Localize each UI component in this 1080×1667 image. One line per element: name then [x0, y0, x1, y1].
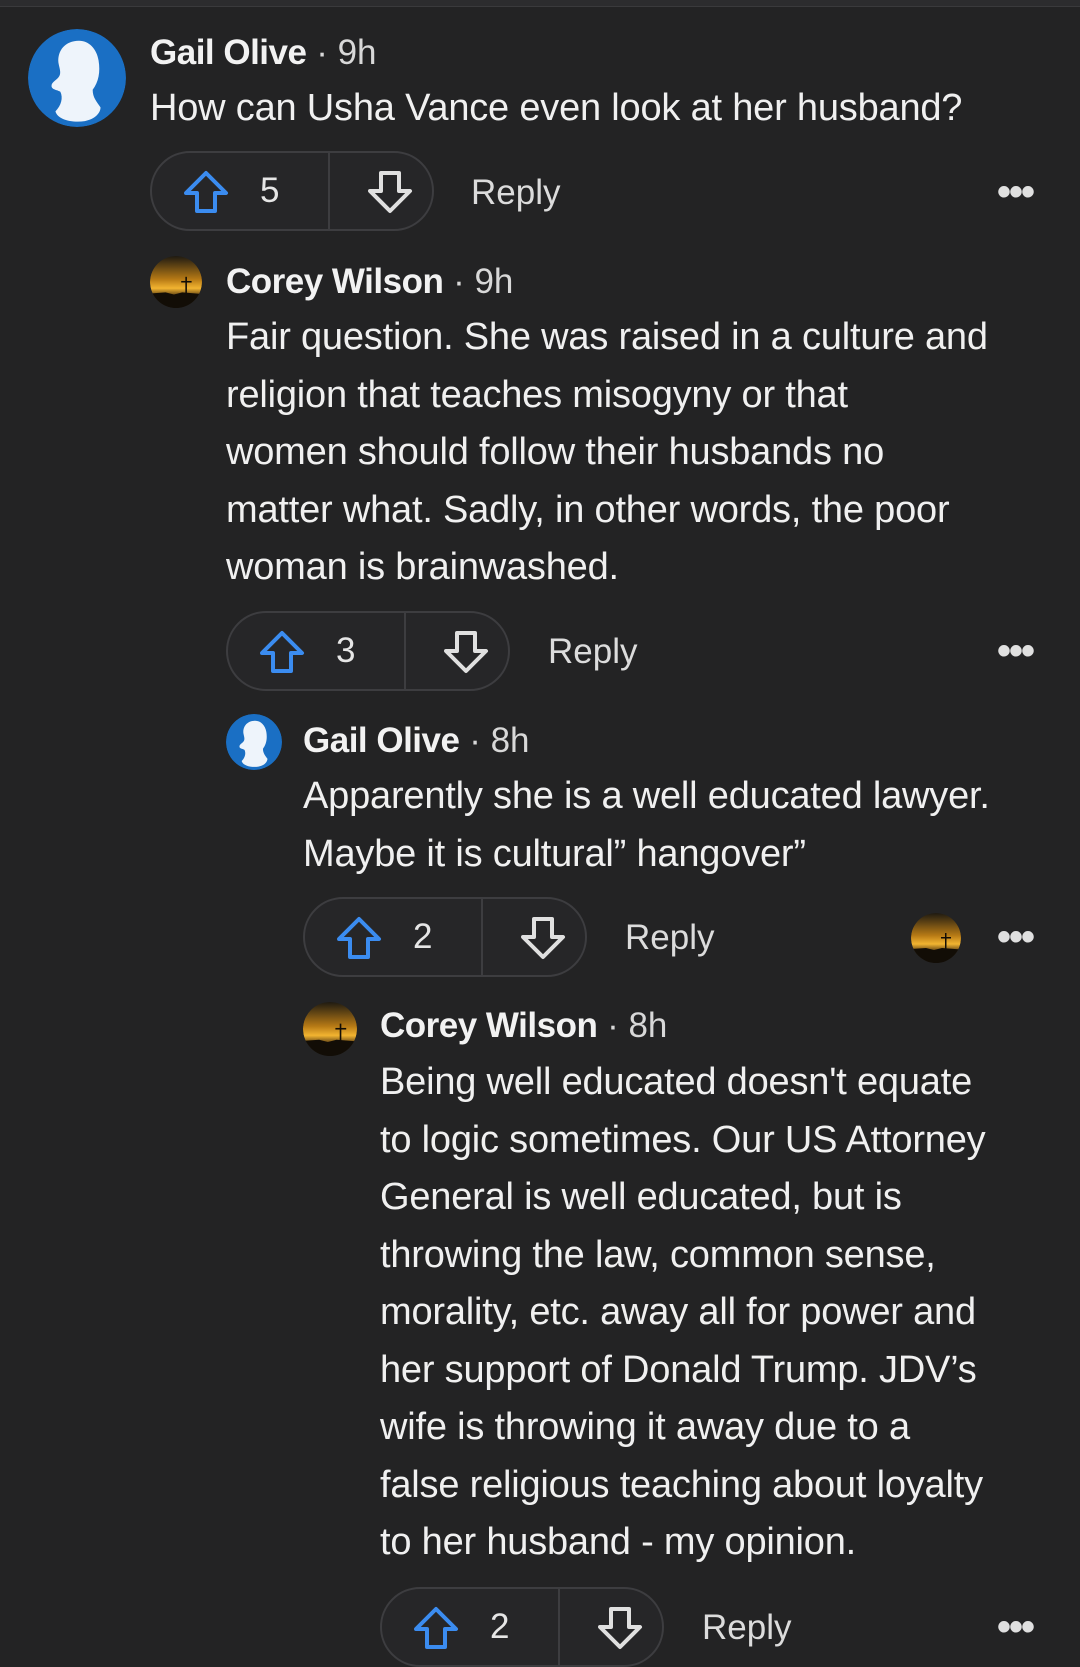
sunset-avatar[interactable] — [303, 1002, 357, 1056]
timestamp: 8h — [628, 1006, 668, 1045]
comment-line: to her husband - my opinion. — [380, 1521, 857, 1563]
comment-line: morality, etc. away all for power and — [380, 1291, 976, 1333]
downvote-arrow-icon — [596, 1606, 644, 1650]
comment-line: General is well educated, but is — [380, 1176, 902, 1218]
reply-button[interactable]: Reply — [702, 1608, 791, 1648]
comment-header: Corey Wilson · 8h — [380, 1006, 667, 1046]
author-name[interactable]: Corey Wilson — [380, 1006, 598, 1045]
comment-line: her support of Donald Trump. JDV’s — [380, 1348, 977, 1391]
comment-line: throwing the law, common sense, — [380, 1233, 936, 1276]
vote-control: 2 — [380, 1587, 664, 1667]
comment-line: to logic sometimes. Our US Attorney — [380, 1118, 986, 1161]
more-options-icon[interactable]: ••• — [997, 1607, 1035, 1647]
comment-line: wife is throwing it away due to a — [380, 1406, 910, 1448]
comment-line: false religious teaching about loyalty — [380, 1463, 983, 1506]
vote-count: 2 — [490, 1607, 510, 1646]
comment-line: Being well educated doesn't equate — [380, 1061, 973, 1103]
comment-body: Being well educated doesn't equate to lo… — [380, 1054, 1075, 1572]
comment-4: Corey Wilson · 8h Being well educated do… — [0, 0, 1080, 1667]
upvote-arrow-icon — [412, 1606, 460, 1650]
separator: · — [607, 1006, 619, 1045]
vote-divider — [558, 1589, 560, 1665]
